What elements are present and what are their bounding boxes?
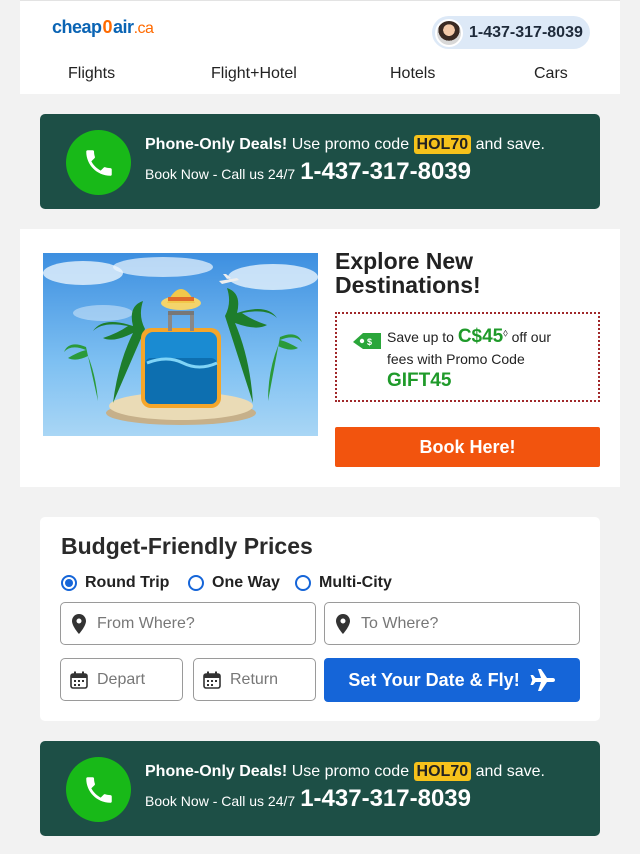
flight-search-form: Budget-Friendly Prices Round Trip One Wa… [40, 517, 600, 721]
from-field[interactable] [60, 602, 316, 645]
to-input[interactable] [361, 614, 579, 633]
return-field[interactable] [193, 658, 316, 701]
nav-cars[interactable]: Cars [534, 65, 568, 83]
calendar-icon [194, 671, 230, 689]
suitcase-island-image [43, 253, 318, 436]
map-pin-icon [325, 613, 361, 634]
coupon-box: $ Save up to C$45◊ off our fees with Pro… [335, 312, 600, 402]
promo-code-badge: HOL70 [413, 135, 472, 154]
airplane-icon [530, 669, 555, 691]
deal-phone-number[interactable]: 1-437-317-8039 [300, 785, 471, 813]
header-phone-number: 1-437-317-8039 [469, 23, 583, 41]
price-tag-icon: $ [353, 333, 381, 349]
nav-hotels[interactable]: Hotels [390, 65, 435, 83]
coupon-line-2: fees with Promo Code [387, 351, 525, 367]
nav-flight-hotel[interactable]: Flight+Hotel [211, 65, 297, 83]
budget-title: Budget-Friendly Prices [61, 533, 313, 559]
phone-deal-banner-bottom[interactable]: Phone-Only Deals! Use promo code HOL70 a… [40, 741, 600, 836]
radio-selected-icon [61, 575, 77, 591]
from-input[interactable] [97, 614, 315, 633]
explore-section: Explore New Destinations! $ Save up to C… [20, 229, 620, 487]
radio-one-way[interactable]: One Way [188, 574, 280, 592]
site-header: cheap 0 air .ca 1-437-317-8039 Flights F… [20, 0, 620, 94]
deal-call-line: Book Now - Call us 24/7 1-437-317-8039 [145, 785, 471, 813]
radio-unselected-icon [295, 575, 311, 591]
promo-code-badge: HOL70 [413, 762, 472, 781]
radio-round-trip[interactable]: Round Trip [61, 574, 169, 592]
svg-text:$: $ [367, 337, 372, 347]
to-field[interactable] [324, 602, 580, 645]
nav-flights[interactable]: Flights [68, 65, 115, 83]
deal-headline: Phone-Only Deals! Use promo code HOL70 a… [145, 135, 545, 154]
book-here-button[interactable]: Book Here! [335, 427, 600, 467]
phone-deal-banner[interactable]: Phone-Only Deals! Use promo code HOL70 a… [40, 114, 600, 209]
deal-phone-number[interactable]: 1-437-317-8039 [300, 158, 471, 186]
radio-unselected-icon [188, 575, 204, 591]
return-input[interactable] [230, 670, 315, 689]
map-pin-icon [61, 613, 97, 634]
discount-amount: C$45 [457, 326, 504, 347]
phone-call-button[interactable] [66, 130, 131, 195]
coupon-code: GIFT45 [387, 370, 452, 391]
radio-multi-city[interactable]: Multi-City [295, 574, 392, 592]
deal-headline: Phone-Only Deals! Use promo code HOL70 a… [145, 762, 545, 781]
depart-field[interactable] [60, 658, 183, 701]
depart-input[interactable] [97, 670, 182, 689]
coupon-line-1: Save up to C$45◊ off our [387, 326, 552, 347]
explore-title: Explore New Destinations! [335, 248, 481, 298]
search-flights-button[interactable]: Set Your Date & Fly! [324, 658, 580, 702]
phone-call-button[interactable] [66, 757, 131, 822]
phone-icon [85, 776, 112, 803]
main-nav: Flights Flight+Hotel Hotels Cars [20, 65, 620, 87]
header-phone-button[interactable]: 1-437-317-8039 [432, 16, 590, 49]
phone-icon [85, 149, 112, 176]
cheapoair-logo[interactable]: cheap 0 air .ca [52, 17, 154, 43]
deal-call-line: Book Now - Call us 24/7 1-437-317-8039 [145, 158, 471, 186]
agent-avatar [435, 18, 463, 47]
calendar-icon [61, 671, 97, 689]
